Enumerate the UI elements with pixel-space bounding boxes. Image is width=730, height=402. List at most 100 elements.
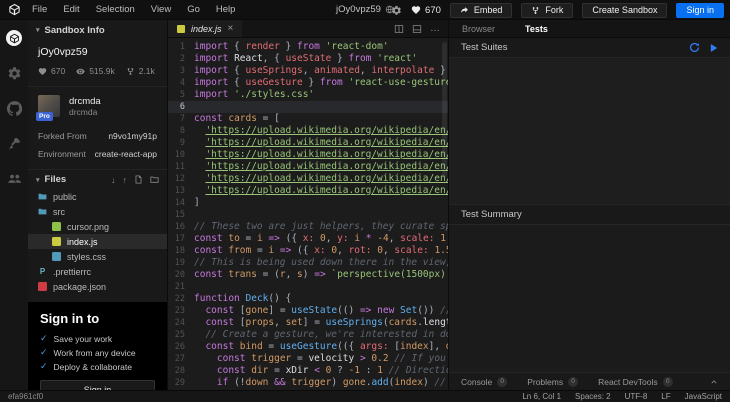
console-tab-console[interactable]: Console 0 — [461, 376, 508, 387]
console-tab-react-devtools[interactable]: React DevTools 0 — [598, 376, 673, 387]
github-icon[interactable] — [6, 101, 22, 116]
code-line: 12 'https://upload.wikimedia.org/wikiped… — [168, 173, 448, 185]
upload-icon[interactable]: ↑ — [123, 175, 128, 185]
line-content: ] — [194, 197, 200, 208]
line-number: 9 — [179, 138, 185, 148]
line-number: 29 — [174, 378, 185, 388]
activity-bar — [0, 20, 28, 390]
download-icon[interactable]: ↓ — [111, 175, 116, 185]
line-content: 'https://upload.wikimedia.org/wikipedia/… — [205, 161, 448, 172]
tab-tests[interactable]: Tests — [525, 24, 548, 34]
line-content: 'https://upload.wikimedia.org/wikipedia/… — [205, 149, 448, 160]
editor-scrollbar[interactable] — [442, 42, 447, 177]
split-vertical-icon[interactable] — [394, 24, 404, 34]
code-line: 25 // Create a gesture, we're interested… — [168, 329, 448, 341]
line-number: 2 — [179, 54, 185, 64]
line-number: 10 — [174, 150, 185, 160]
create-sandbox-button[interactable]: Create Sandbox — [582, 2, 668, 18]
new-folder-icon[interactable] — [150, 175, 159, 184]
split-horizontal-icon[interactable] — [412, 24, 422, 34]
line-content: import { useSprings, animated, interpola… — [194, 65, 446, 76]
pro-badge: Pro — [36, 112, 53, 121]
embed-button[interactable]: Embed — [449, 2, 513, 18]
console-tab-problems[interactable]: Problems 0 — [527, 376, 579, 387]
share-arrow-icon — [460, 6, 468, 13]
sandbox-details: Forked From n9vo1my91p Environment create-r… — [28, 127, 167, 163]
file-.prettierrc[interactable]: P .prettierrc — [28, 264, 167, 279]
chevron-up-icon[interactable] — [710, 378, 718, 386]
file-index.js[interactable]: index.js — [28, 234, 167, 249]
code-line: 14] — [168, 197, 448, 209]
topbar-actions: 670 Embed Fork Create Sandbox Sign in — [391, 0, 724, 20]
codesandbox-app: File Edit Selection View Go Help jOy0vpz59 67… — [0, 0, 730, 402]
status-item[interactable]: Ln 6, Col 1 — [522, 392, 561, 401]
deployment-rocket-icon[interactable] — [7, 136, 22, 151]
file-cursor.png[interactable]: cursor.png — [28, 219, 167, 234]
sign-in-title: Sign in to — [40, 311, 100, 326]
file-name: package.json — [53, 281, 107, 292]
line-content: const from = i => ({ x: 0, rot: 0, scale… — [194, 245, 448, 256]
fork-button[interactable]: Fork — [521, 2, 574, 18]
files-header[interactable]: ▾ Files ↓ ↑ — [28, 169, 167, 189]
line-number: 20 — [174, 270, 185, 280]
line-content: import React, { useState } from 'react' — [194, 53, 418, 64]
file-styles.css[interactable]: styles.css — [28, 249, 167, 264]
like-button[interactable]: 670 — [411, 5, 441, 16]
line-content: const [props, set] = useSprings(cards.le… — [205, 317, 448, 328]
live-users-icon[interactable] — [7, 171, 22, 186]
play-icon[interactable] — [710, 43, 718, 53]
detail-value: n9vo1my91p — [108, 131, 157, 141]
file-public[interactable]: public — [28, 189, 167, 204]
status-item[interactable]: UTF-8 — [625, 392, 648, 401]
sign-in-button-sidebar[interactable]: Sign in — [40, 380, 155, 390]
sandbox-info-header[interactable]: ▾ Sandbox Info — [28, 20, 167, 40]
author-block[interactable]: Pro drcmda drcmda — [28, 87, 167, 127]
tab-index-js[interactable]: index.js × — [168, 20, 243, 37]
sandbox-tab-icon[interactable] — [6, 30, 22, 46]
css-icon — [52, 252, 61, 261]
line-number: 11 — [174, 162, 185, 172]
line-number: 24 — [174, 318, 185, 328]
more-options-icon[interactable]: … — [430, 23, 440, 34]
new-file-icon[interactable] — [134, 175, 143, 184]
test-suites-label: Test Suites — [461, 42, 508, 53]
sign-in-button-topbar[interactable]: Sign in — [676, 2, 724, 18]
benefit-item: ✓ Save your work — [40, 333, 155, 344]
preview-panel: Browser Tests Test Suites Test Summary C… — [448, 20, 730, 390]
preferences-gear-icon[interactable] — [391, 5, 402, 16]
menu-file[interactable]: File — [32, 4, 47, 15]
sandbox-info-header-label: Sandbox Info — [44, 24, 105, 36]
status-item[interactable]: Spaces: 2 — [575, 392, 611, 401]
tab-browser[interactable]: Browser — [462, 24, 495, 34]
code-line: 27 const trigger = velocity > 0.2 // If … — [168, 353, 448, 365]
line-number: 1 — [179, 42, 185, 52]
menu-edit[interactable]: Edit — [63, 4, 79, 15]
settings-icon[interactable] — [7, 66, 22, 81]
line-content: 'https://upload.wikimedia.org/wikipedia/… — [205, 137, 448, 148]
files-header-label: Files — [44, 174, 67, 185]
file-package.json[interactable]: package.json — [28, 279, 167, 294]
menu-view[interactable]: View — [151, 4, 171, 15]
files-actions: ↓ ↑ — [111, 175, 159, 185]
menu-selection[interactable]: Selection — [96, 4, 135, 15]
line-content: const trigger = velocity > 0.2 // If you… — [216, 353, 446, 364]
count-badge: 0 — [568, 376, 579, 387]
eye-icon — [76, 67, 85, 76]
heart-icon — [38, 67, 47, 76]
refresh-icon[interactable] — [689, 42, 700, 53]
close-icon[interactable]: × — [228, 23, 234, 34]
fork-icon — [126, 67, 135, 76]
line-number: 8 — [179, 126, 185, 136]
status-item[interactable]: LF — [661, 392, 670, 401]
file-src[interactable]: src — [28, 204, 167, 219]
line-content: function Deck() { — [194, 293, 292, 304]
sandbox-title-group: jOy0vpz59 — [336, 4, 394, 15]
menu-help[interactable]: Help — [216, 4, 236, 15]
code-area[interactable]: 1 import { render } from 'react-dom' 2 impo… — [168, 38, 448, 390]
codesandbox-logo-icon[interactable] — [0, 3, 28, 16]
status-item[interactable]: JavaScript — [685, 392, 722, 401]
detail-row: Environment create-react-app — [28, 145, 167, 163]
menu-go[interactable]: Go — [187, 4, 200, 15]
line-number: 4 — [179, 78, 185, 88]
test-summary-header: Test Summary — [449, 205, 730, 225]
